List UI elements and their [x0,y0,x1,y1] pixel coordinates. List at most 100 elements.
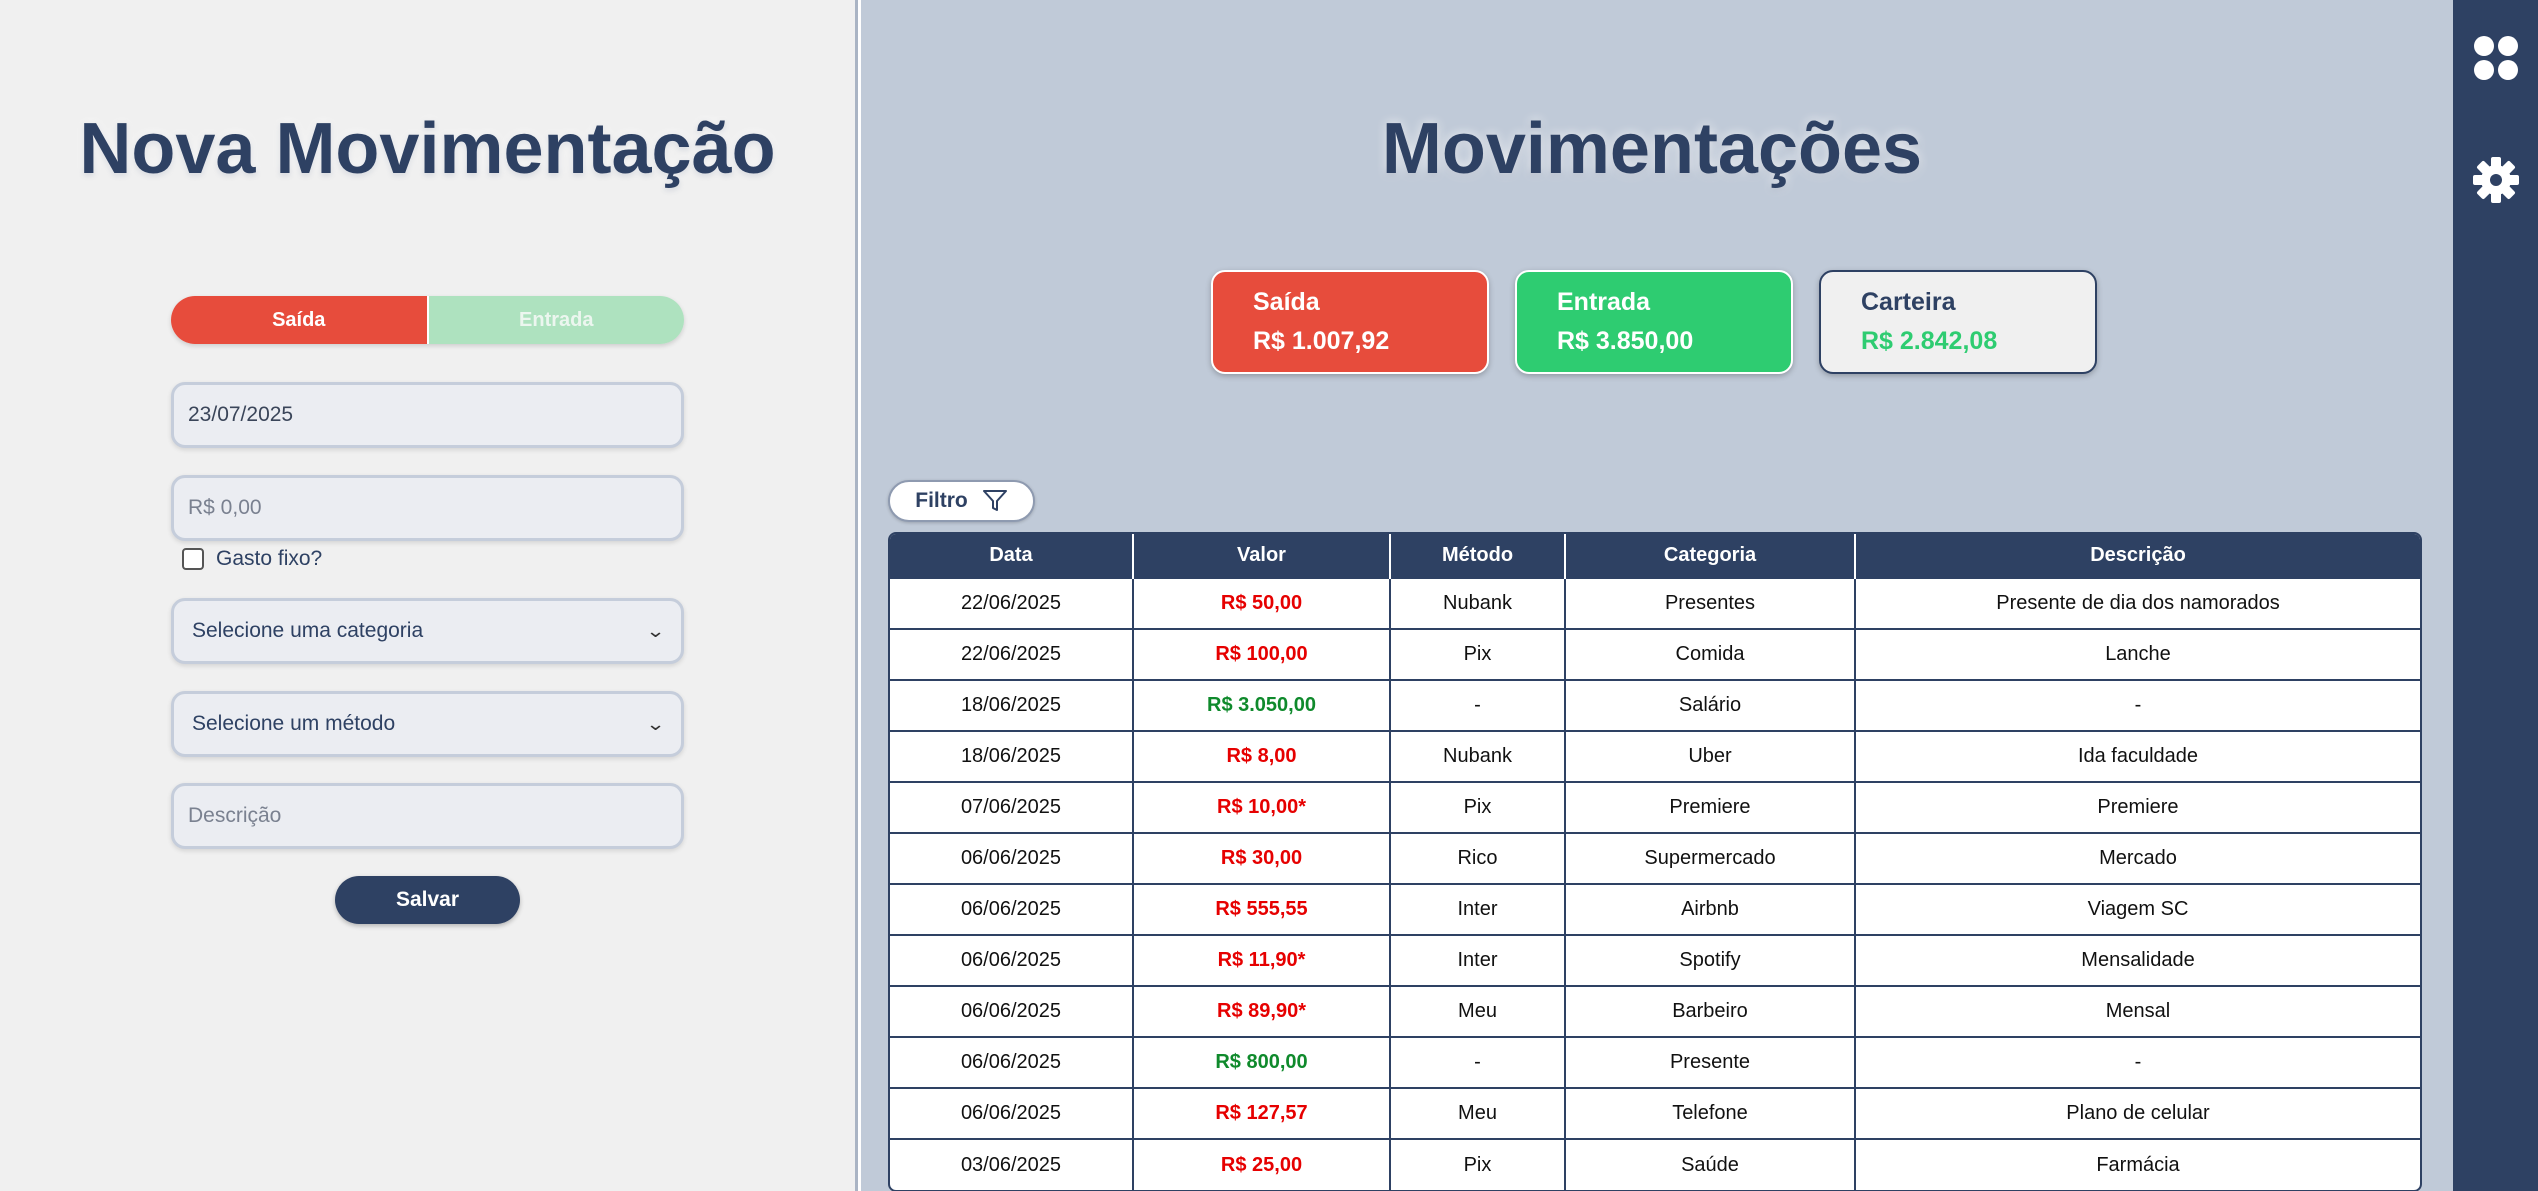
cell-data: 06/06/2025 [890,832,1134,884]
cell-metodo: Nubank [1390,730,1566,782]
cell-valor: R$ 555,55 [1133,883,1391,935]
cell-valor: R$ 25,00 [1133,1138,1391,1190]
cell-metodo: Inter [1390,883,1566,935]
cell-categoria: Salário [1565,679,1856,731]
cell-metodo: Nubank [1390,577,1566,629]
cell-descricao: Lanche [1855,628,2420,680]
cell-valor: R$ 8,00 [1133,730,1391,782]
card-in-label: Entrada [1557,288,1651,316]
toggle-out-button[interactable]: Saída [171,296,427,344]
table-row: 06/06/2025 R$ 555,55 Inter Airbnb Viagem SC [890,883,2420,935]
cell-categoria: Supermercado [1565,832,1856,884]
cell-valor: R$ 50,00 [1133,577,1391,629]
cell-data: 18/06/2025 [890,730,1134,782]
amount-placeholder: R$ 0,00 [188,496,262,519]
cell-descricao: - [1855,1036,2420,1088]
summary-card-out: Saída R$ 1.007,92 [1211,270,1489,374]
cell-data: 22/06/2025 [890,577,1134,629]
table-row: 22/06/2025 R$ 50,00 Nubank Presentes Present… [890,577,2420,629]
cell-valor: R$ 100,00 [1133,628,1391,680]
card-in-value: R$ 3.850,00 [1557,327,1694,355]
cell-descricao: - [1855,679,2420,731]
cell-valor: R$ 10,00* [1133,781,1391,833]
cell-metodo: Meu [1390,1087,1566,1139]
transactions-panel: Movimentações Saída R$ 1.007,92 Entrada … [861,0,2453,1191]
card-out-value: R$ 1.007,92 [1253,327,1390,355]
filter-label: Filtro [915,489,968,512]
category-select[interactable]: Selecione uma categoria ⌄ [171,598,684,664]
summary-card-wallet: Carteira R$ 2.842,08 [1819,270,2097,374]
header-metodo[interactable]: Método [1390,534,1566,578]
grid-icon[interactable] [2471,33,2521,83]
cell-valor: R$ 89,90* [1133,985,1391,1037]
cell-data: 06/06/2025 [890,934,1134,986]
table-body: 22/06/2025 R$ 50,00 Nubank Presentes Present… [890,577,2420,1190]
method-select[interactable]: Selecione um método ⌄ [171,691,684,757]
card-wallet-value: R$ 2.842,08 [1861,327,1998,355]
cell-categoria: Uber [1565,730,1856,782]
cell-metodo: - [1390,1036,1566,1088]
cell-valor: R$ 3.050,00 [1133,679,1391,731]
header-data[interactable]: Data [890,534,1134,578]
date-field[interactable]: 23/07/2025 [171,382,684,448]
cell-metodo: Rico [1390,832,1566,884]
cell-categoria: Comida [1565,628,1856,680]
cell-categoria: Saúde [1565,1138,1856,1190]
header-valor[interactable]: Valor [1133,534,1391,578]
cell-data: 22/06/2025 [890,628,1134,680]
cell-descricao: Premiere [1855,781,2420,833]
cell-categoria: Premiere [1565,781,1856,833]
description-field[interactable]: Descrição [171,783,684,849]
filter-icon [982,490,1007,511]
cell-metodo: Inter [1390,934,1566,986]
header-descricao[interactable]: Descrição [1855,534,2420,578]
new-transaction-panel: Nova Movimentação Saída Entrada 23/07/20… [0,0,858,1191]
table-row: 06/06/2025 R$ 800,00- Presente - [890,1036,2420,1088]
cell-metodo: Pix [1390,781,1566,833]
table-row: 03/06/2025 R$ 25,00 Pix Saúde Farmácia [890,1138,2420,1190]
card-wallet-label: Carteira [1861,288,1956,316]
description-placeholder: Descrição [188,804,282,827]
fixed-expense-row: Gasto fixo? [182,547,322,571]
method-select-value: Selecione um método [192,712,396,735]
fixed-expense-label: Gasto fixo? [216,547,323,570]
table-row: 06/06/2025 R$ 89,90* Meu Barbeiro Mensal [890,985,2420,1037]
app: Nova Movimentação Saída Entrada 23/07/20… [0,0,2538,1191]
cell-categoria: Spotify [1565,934,1856,986]
cell-descricao: Ida faculdade [1855,730,2420,782]
chevron-down-icon: ⌄ [645,620,666,641]
cell-data: 06/06/2025 [890,1087,1134,1139]
cell-data: 06/06/2025 [890,1036,1134,1088]
save-button[interactable]: Salvar [335,876,520,924]
cell-data: 03/06/2025 [890,1138,1134,1190]
header-categoria[interactable]: Categoria [1565,534,1856,578]
cell-data: 18/06/2025 [890,679,1134,731]
fixed-expense-checkbox[interactable] [182,548,204,570]
table-header-row: Data Valor Método Categoria Descrição [890,534,2420,578]
cell-data: 07/06/2025 [890,781,1134,833]
table-row: 06/06/2025 R$ 30,00 Rico Supermercado Mercad… [890,832,2420,884]
cell-descricao: Plano de celular [1855,1087,2420,1139]
transactions-table: Data Valor Método Categoria Descrição 22… [888,532,2422,1191]
cell-descricao: Mercado [1855,832,2420,884]
table-row: 18/06/2025 R$ 8,00 Nubank Uber Ida faculdade [890,730,2420,782]
cell-valor: R$ 800,00 [1133,1036,1391,1088]
cell-valor: R$ 30,00 [1133,832,1391,884]
gear-icon[interactable] [2471,155,2521,205]
cell-data: 06/06/2025 [890,883,1134,935]
type-toggle: Saída Entrada [171,296,684,344]
cell-metodo: Pix [1390,1138,1566,1190]
summary-card-in: Entrada R$ 3.850,00 [1515,270,1793,374]
toggle-in-button[interactable]: Entrada [426,296,684,344]
form-title: Nova Movimentação [79,109,776,189]
card-out-label: Saída [1253,288,1320,316]
cell-descricao: Mensal [1855,985,2420,1037]
table-row: 06/06/2025 R$ 11,90* Inter Spotify Mensalida… [890,934,2420,986]
filter-button[interactable]: Filtro [888,480,1035,522]
right-rail [2453,0,2538,1191]
cell-descricao: Farmácia [1855,1138,2420,1190]
cell-data: 06/06/2025 [890,985,1134,1037]
amount-field[interactable]: R$ 0,00 [171,475,684,541]
cell-metodo: Meu [1390,985,1566,1037]
cell-descricao: Viagem SC [1855,883,2420,935]
